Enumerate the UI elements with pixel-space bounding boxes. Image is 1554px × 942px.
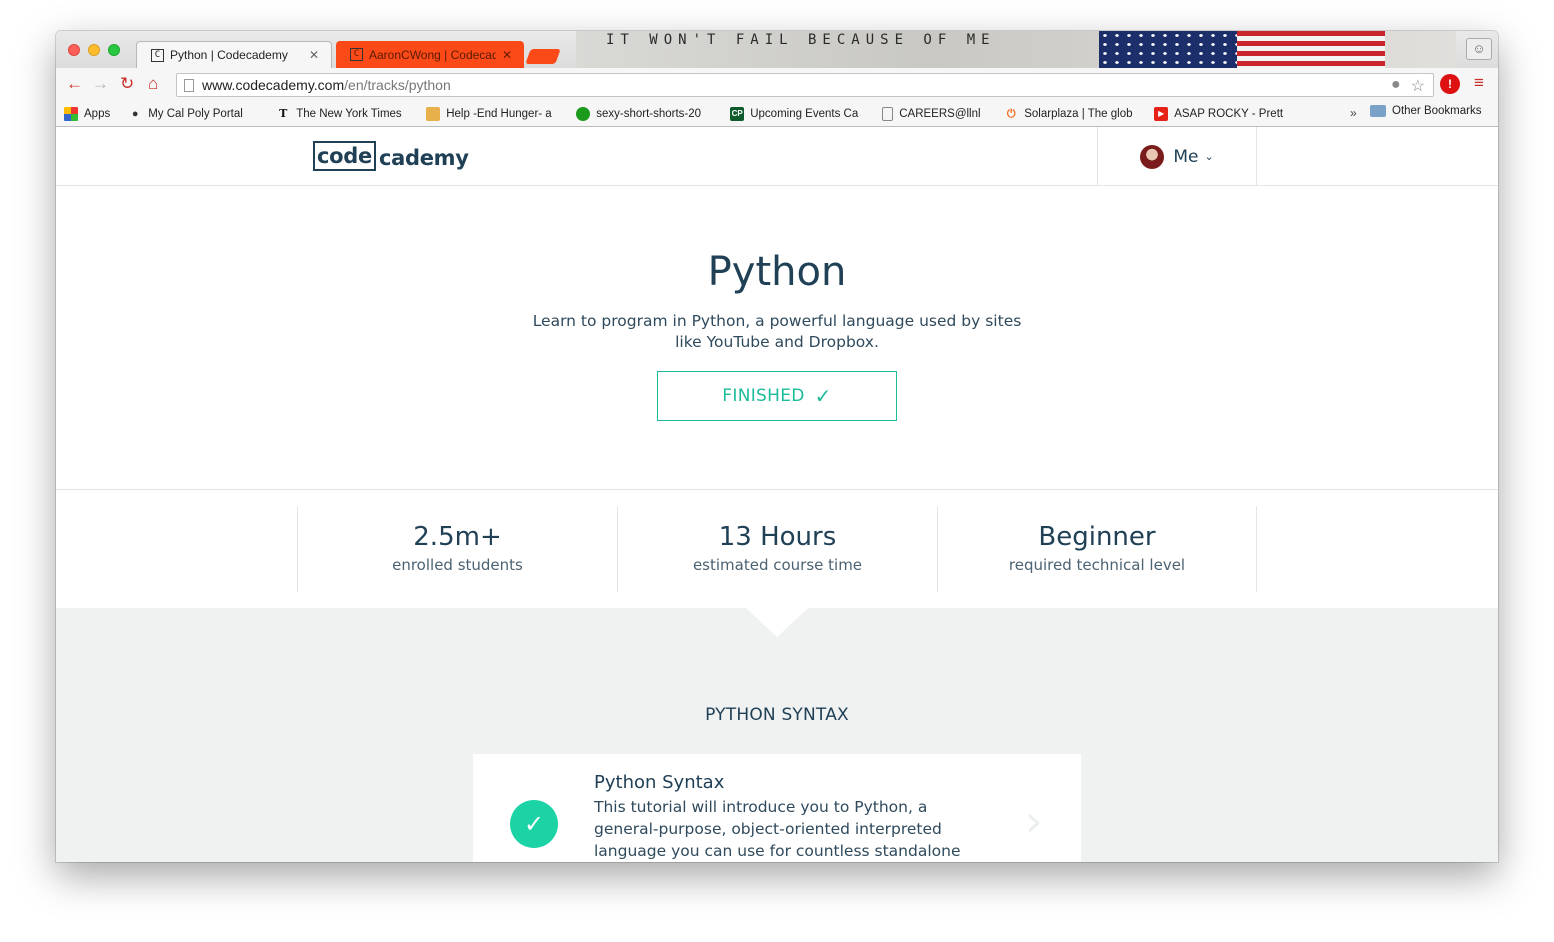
lock-icon: ●: [131, 107, 139, 120]
adblock-extension-icon[interactable]: !: [1440, 74, 1460, 94]
bookmark-label: sexy-short-shorts-20: [596, 107, 702, 120]
section-heading: PYTHON SYNTAX: [705, 705, 849, 725]
youtube-icon: ▶: [1154, 106, 1169, 121]
minimize-window-button[interactable]: [88, 44, 100, 56]
wallpaper: IT WON'T FAIL BECAUSE OF ME: [576, 31, 1456, 68]
browser-window: IT WON'T FAIL BECAUSE OF ME C Python | C…: [56, 31, 1498, 862]
completed-check-icon: ✓: [510, 800, 558, 848]
close-window-button[interactable]: [68, 44, 80, 56]
syllabus-section: PYTHON SYNTAX ✓ Python Syntax This tutor…: [56, 608, 1498, 862]
bookmark-solarplaza[interactable]: ⏻ Solarplaza | The glob: [1004, 107, 1136, 121]
back-arrow-icon[interactable]: ←: [66, 74, 83, 94]
site-header: code cademy Me ⌄: [56, 127, 1498, 186]
other-bookmarks-label: Other Bookmarks: [1392, 105, 1482, 117]
bookmarks-bar: Apps ● My Cal Poly Portal T The New York…: [56, 101, 1498, 127]
wallpaper-text: IT WON'T FAIL BECAUSE OF ME: [606, 32, 996, 48]
bookmark-label: My Cal Poly Portal: [148, 107, 243, 120]
reload-icon[interactable]: ↻: [120, 74, 134, 94]
user-menu-label: Me: [1173, 146, 1199, 167]
close-tab-icon[interactable]: ✕: [309, 48, 319, 62]
course-description: Learn to program in Python, a powerful l…: [532, 312, 1022, 351]
codecademy-favicon-icon: C: [151, 48, 164, 62]
bookmark-cal-poly[interactable]: ● My Cal Poly Portal: [128, 107, 258, 121]
page-icon: [882, 106, 894, 121]
hamburger-menu-icon[interactable]: ≡: [1474, 73, 1484, 93]
tab-title: AaronCWong | Codecademy: [369, 47, 496, 62]
stat-technical-level: Beginner required technical level: [937, 506, 1257, 592]
flag-image: [1099, 31, 1385, 68]
stat-label: enrolled students: [392, 556, 523, 574]
bookmark-star-icon[interactable]: ☆: [1411, 76, 1425, 96]
bookmark-sexy-short-shorts[interactable]: sexy-short-shorts-20: [576, 106, 712, 121]
bookmark-careers-llnl[interactable]: CAREERS@llnl: [882, 106, 986, 121]
codecademy-logo[interactable]: code cademy: [313, 141, 469, 171]
apps-grid-icon: [64, 106, 78, 121]
course-stats: 2.5m+ enrolled students 13 Hours estimat…: [56, 489, 1498, 609]
bookmark-upcoming-events[interactable]: CP Upcoming Events Ca: [730, 106, 864, 121]
forward-arrow-icon[interactable]: →: [92, 74, 109, 94]
bookmark-label: CAREERS@llnl: [899, 107, 981, 120]
logo-box-text: code: [313, 141, 376, 171]
help-icon: [426, 106, 441, 121]
stat-value: 2.5m+: [413, 522, 502, 552]
bookmark-nyt[interactable]: T The New York Times: [276, 107, 408, 121]
section-notch: [746, 608, 808, 637]
folder-icon: [1370, 105, 1386, 117]
bookmark-label: The New York Times: [296, 107, 402, 120]
lightbulb-icon[interactable]: ●: [1391, 76, 1401, 96]
page-title: Python: [707, 249, 847, 295]
stat-course-time: 13 Hours estimated course time: [617, 506, 937, 592]
bookmark-label: Apps: [84, 107, 111, 120]
bookmark-apps[interactable]: Apps: [64, 106, 111, 121]
cp-icon: CP: [730, 106, 745, 121]
stat-label: required technical level: [1008, 556, 1186, 574]
chevron-down-icon: ⌄: [1204, 150, 1214, 163]
window-controls: [68, 44, 120, 56]
lesson-title: Python Syntax: [594, 772, 725, 793]
close-tab-icon[interactable]: ✕: [502, 48, 512, 62]
circle-icon: [576, 106, 591, 121]
checkmark-icon: ✓: [814, 384, 832, 408]
home-icon[interactable]: ⌂: [148, 74, 158, 94]
lesson-description: This tutorial will introduce you to Pyth…: [594, 798, 961, 860]
url-host: www.codecademy.com: [202, 77, 345, 93]
codecademy-favicon-icon: C: [350, 48, 363, 61]
omnibox-actions: ● ☆: [1391, 76, 1425, 96]
bookmark-label: ASAP ROCKY - Prett: [1174, 107, 1284, 120]
bookmark-label: Upcoming Events Ca: [750, 107, 859, 120]
stat-label: estimated course time: [692, 556, 863, 574]
bookmarks-overflow-chevron[interactable]: »: [1350, 106, 1357, 120]
stat-enrolled: 2.5m+ enrolled students: [297, 506, 617, 592]
lesson-card[interactable]: ✓ Python Syntax This tutorial will intro…: [473, 754, 1081, 862]
tab-strip: IT WON'T FAIL BECAUSE OF ME C Python | C…: [56, 31, 1498, 68]
url-path: /en/tracks/python: [344, 77, 451, 93]
browser-toolbar: ← → ↻ ⌂ www.codecademy.com/en/tracks/pyt…: [56, 68, 1498, 101]
tab-aaroncwong-codecademy[interactable]: C AaronCWong | Codecademy ✕: [336, 41, 524, 68]
zoom-window-button[interactable]: [108, 44, 120, 56]
other-bookmarks[interactable]: Other Bookmarks: [1370, 105, 1481, 117]
bookmark-label: Solarplaza | The glob: [1024, 107, 1133, 120]
bookmark-help-end-hunger[interactable]: Help -End Hunger- a: [426, 106, 558, 121]
logo-rest-text: cademy: [378, 146, 469, 170]
bookmark-asap-rocky[interactable]: ▶ ASAP ROCKY - Prett: [1154, 106, 1286, 121]
bookmark-label: Help -End Hunger- a: [446, 107, 552, 120]
address-bar[interactable]: www.codecademy.com/en/tracks/python ● ☆: [176, 73, 1434, 97]
page-icon: [184, 78, 194, 92]
profile-icon[interactable]: ☺: [1466, 38, 1492, 60]
new-tab-button[interactable]: [525, 49, 561, 64]
power-icon: ⏻: [1006, 107, 1016, 120]
user-menu[interactable]: Me ⌄: [1097, 127, 1257, 186]
finished-label: FINISHED: [722, 386, 805, 406]
tab-title: Python | Codecademy: [170, 48, 288, 62]
tab-python-codecademy[interactable]: C Python | Codecademy ✕: [136, 41, 332, 68]
nyt-icon: T: [279, 106, 288, 120]
stat-value: 13 Hours: [718, 522, 837, 552]
avatar: [1140, 144, 1165, 169]
chevron-right-icon[interactable]: ›: [1025, 800, 1043, 844]
stat-value: Beginner: [1038, 522, 1156, 552]
flag-stars: [1099, 31, 1237, 68]
codecademy-page: code cademy Me ⌄ Python Learn to program…: [56, 127, 1498, 862]
finished-button[interactable]: FINISHED ✓: [657, 371, 897, 421]
